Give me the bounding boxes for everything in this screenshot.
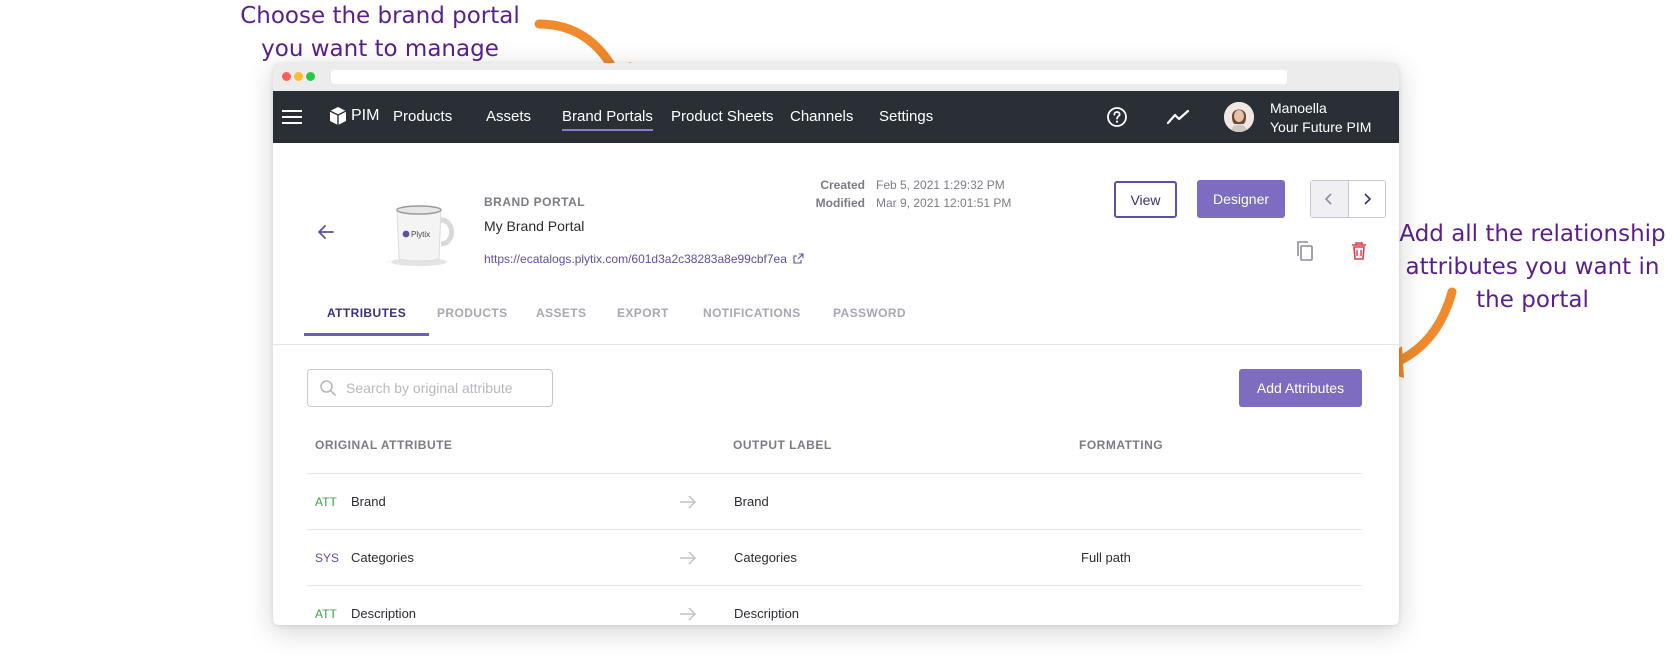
attribute-search[interactable] <box>307 369 553 407</box>
output-label: Categories <box>734 550 797 565</box>
search-icon <box>320 380 336 396</box>
nav-item-product-sheets[interactable]: Product Sheets <box>671 108 774 125</box>
annotation-line: Choose the brand portal <box>240 3 520 29</box>
nav-item-settings[interactable]: Settings <box>879 108 933 125</box>
tab-export[interactable]: EXPORT <box>617 296 669 336</box>
hamburger-icon[interactable] <box>282 107 302 127</box>
top-navigation: PIM Products Assets Brand Portals Produc… <box>273 91 1399 143</box>
cube-icon <box>329 107 347 125</box>
attribute-type-badge: SYS <box>315 551 340 565</box>
address-bar[interactable] <box>331 70 1287 84</box>
tab-password[interactable]: PASSWORD <box>833 296 906 336</box>
nav-item-channels[interactable]: Channels <box>790 108 853 125</box>
column-header-original[interactable]: ORIGINAL ATTRIBUTE <box>315 438 452 452</box>
designer-button[interactable]: Designer <box>1197 180 1285 218</box>
tab-attributes[interactable]: ATTRIBUTES <box>303 296 430 336</box>
add-attributes-button[interactable]: Add Attributes <box>1239 369 1362 407</box>
trash-icon[interactable] <box>1350 241 1368 261</box>
record-pager <box>1310 180 1386 218</box>
attribute-type-badge: ATT <box>315 495 337 509</box>
arrow-left-icon[interactable] <box>317 223 335 241</box>
original-attribute: Brand <box>351 494 386 509</box>
app-brand[interactable]: PIM <box>351 107 379 125</box>
arrow-right-icon <box>680 607 697 621</box>
tab-notifications[interactable]: NOTIFICATIONS <box>703 296 801 336</box>
next-button[interactable] <box>1349 181 1386 217</box>
original-attribute: Description <box>351 606 417 621</box>
portal-kicker: BRAND PORTAL <box>484 195 586 209</box>
chevron-right-icon <box>1364 193 1371 205</box>
created-value: Feb 5, 2021 1:29:32 PM <box>876 178 1005 192</box>
portal-url-link[interactable]: https://ecatalogs.plytix.com/601d3a2c382… <box>484 252 804 266</box>
nav-item-products[interactable]: Products <box>393 108 452 125</box>
modified-value: Mar 9, 2021 12:01:51 PM <box>876 196 1012 210</box>
arrow-right-icon <box>680 551 697 565</box>
close-window-dot[interactable] <box>282 72 291 81</box>
nav-item-brand-portals[interactable]: Brand Portals <box>562 108 653 131</box>
maximize-window-dot[interactable] <box>306 72 315 81</box>
arrow-right-icon <box>680 495 697 509</box>
output-label: Brand <box>734 494 769 509</box>
table-row[interactable]: ATT Brand Brand <box>307 474 1362 530</box>
table-row[interactable]: ATT Description Description <box>307 586 1362 625</box>
nav-item-assets[interactable]: Assets <box>486 108 531 125</box>
trend-icon[interactable] <box>1166 107 1190 127</box>
avatar[interactable] <box>1224 102 1254 132</box>
portal-thumbnail-mug: Plytix <box>391 205 454 266</box>
external-link-icon[interactable] <box>793 253 804 264</box>
column-header-output[interactable]: OUTPUT LABEL <box>733 438 832 452</box>
help-circle-icon[interactable] <box>1106 106 1128 128</box>
chevron-left-icon <box>1325 193 1332 205</box>
view-button[interactable]: View <box>1114 181 1177 218</box>
user-name[interactable]: Manoella <box>1270 99 1327 117</box>
tabs-divider <box>273 344 1399 345</box>
search-input[interactable] <box>346 378 546 398</box>
annotation-line: attributes you want in <box>1405 254 1660 280</box>
minimize-window-dot[interactable] <box>294 72 303 81</box>
window-chrome <box>273 63 1399 91</box>
annotation-choose-portal: Choose the brand portal you want to mana… <box>240 0 520 66</box>
created-label: Created <box>820 178 865 192</box>
annotation-line: Add all the relationship <box>1399 221 1666 247</box>
previous-button[interactable] <box>1311 181 1349 217</box>
portal-tabs: ATTRIBUTES PRODUCTS ASSETS EXPORT NOTIFI… <box>303 296 1367 336</box>
original-attribute: Categories <box>351 550 414 565</box>
formatting-value: Full path <box>1081 550 1131 565</box>
tab-assets[interactable]: ASSETS <box>536 296 586 336</box>
output-label: Description <box>734 606 800 621</box>
annotation-line: you want to manage <box>261 36 499 62</box>
browser-window: PIM Products Assets Brand Portals Produc… <box>273 63 1399 625</box>
column-header-formatting[interactable]: FORMATTING <box>1079 438 1163 452</box>
mug-logo-text: Plytix <box>411 230 430 239</box>
attribute-type-badge: ATT <box>315 607 337 621</box>
modified-label: Modified <box>815 196 865 210</box>
copy-icon[interactable] <box>1295 240 1315 262</box>
portal-name: My Brand Portal <box>484 218 585 234</box>
tab-products[interactable]: PRODUCTS <box>437 296 508 336</box>
user-organization[interactable]: Your Future PIM <box>1270 118 1371 136</box>
table-row[interactable]: SYS Categories Categories Full path <box>307 530 1362 586</box>
portal-url-text[interactable]: https://ecatalogs.plytix.com/601d3a2c382… <box>484 252 787 266</box>
